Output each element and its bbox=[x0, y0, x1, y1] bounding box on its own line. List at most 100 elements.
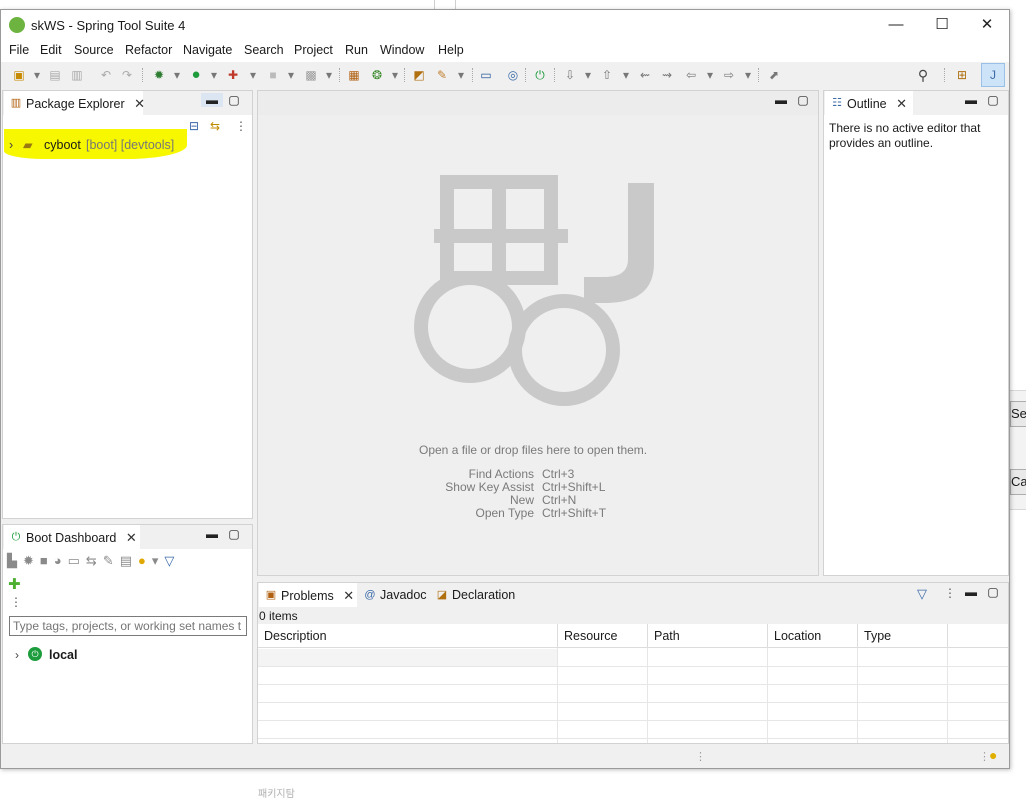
dropdown-icon[interactable]: ▾ bbox=[387, 67, 403, 83]
close-tab-icon[interactable]: ✕ bbox=[896, 96, 907, 111]
prev-annotation-icon[interactable]: ⇧ bbox=[599, 67, 615, 83]
maximize-view-icon[interactable]: ▢ bbox=[982, 585, 1004, 599]
dropdown-icon[interactable]: ▾ bbox=[321, 67, 337, 83]
console-icon[interactable]: ▭ bbox=[68, 553, 86, 568]
tree-item-cyboot[interactable]: › ▰ cyboot [boot] [devtools] bbox=[3, 137, 253, 155]
expand-chevron-icon[interactable]: › bbox=[15, 648, 19, 662]
package-icon[interactable]: ▦ bbox=[346, 67, 362, 83]
start-icon[interactable]: ▙ bbox=[7, 553, 23, 568]
maximize-view-icon[interactable]: ▢ bbox=[223, 527, 245, 541]
menu-project[interactable]: Project bbox=[294, 43, 333, 57]
java-perspective-icon[interactable]: J bbox=[981, 63, 1005, 87]
background-button[interactable]: Se bbox=[1010, 401, 1026, 427]
save-icon[interactable]: ▤ bbox=[47, 67, 63, 83]
minimize-view-icon[interactable]: ▬ bbox=[960, 93, 982, 107]
collapse-all-icon[interactable]: ⊟ bbox=[189, 119, 199, 133]
view-menu-icon[interactable]: ⋮ bbox=[10, 595, 22, 609]
link-with-editor-icon[interactable]: ⇆ bbox=[210, 119, 220, 133]
menu-navigate[interactable]: Navigate bbox=[183, 43, 232, 57]
edit-icon[interactable]: ✎ bbox=[103, 553, 120, 568]
menu-file[interactable]: File bbox=[9, 43, 29, 57]
properties-icon[interactable]: ▤ bbox=[120, 553, 138, 568]
minimize-view-icon[interactable]: ▬ bbox=[201, 527, 223, 541]
undo-icon[interactable]: ↶ bbox=[98, 67, 114, 83]
dropdown-icon[interactable]: ▾ bbox=[245, 67, 261, 83]
dropdown-icon[interactable]: ▾ bbox=[29, 67, 45, 83]
redo-icon[interactable]: ↷ bbox=[119, 67, 135, 83]
maximize-button[interactable]: ☐ bbox=[919, 10, 965, 40]
add-icon[interactable]: ✚ bbox=[8, 575, 21, 593]
expand-chevron-icon[interactable]: › bbox=[9, 138, 13, 152]
background-button[interactable]: Car bbox=[1010, 469, 1026, 495]
open-perspective-icon[interactable]: ⊞ bbox=[954, 67, 970, 83]
save-all-icon[interactable]: ▥ bbox=[69, 67, 85, 83]
minimize-button[interactable]: — bbox=[873, 10, 919, 40]
dropdown-icon[interactable]: ▾ bbox=[618, 67, 634, 83]
filter-icon[interactable]: ▽ bbox=[164, 553, 180, 568]
menu-source[interactable]: Source bbox=[74, 43, 114, 57]
menu-edit[interactable]: Edit bbox=[40, 43, 62, 57]
stop-icon[interactable]: ■ bbox=[265, 67, 281, 83]
last-edit-icon[interactable]: ⇜ bbox=[637, 67, 653, 83]
table-row[interactable] bbox=[258, 649, 558, 666]
menu-window[interactable]: Window bbox=[380, 43, 424, 57]
tab-package-explorer[interactable]: ▥ Package Explorer ✕ bbox=[4, 91, 145, 115]
terminate-icon[interactable]: ▩ bbox=[303, 67, 319, 83]
back-icon[interactable]: ⇦ bbox=[683, 67, 699, 83]
tab-javadoc[interactable]: @ Javadoc bbox=[358, 583, 430, 607]
minimize-view-icon[interactable]: ▬ bbox=[201, 93, 223, 107]
column-header-type[interactable]: Type bbox=[858, 624, 948, 648]
boot-filter-input[interactable] bbox=[9, 616, 247, 636]
run-icon[interactable]: ● bbox=[188, 67, 204, 83]
maximize-view-icon[interactable]: ▢ bbox=[982, 93, 1004, 107]
menu-help[interactable]: Help bbox=[438, 43, 464, 57]
forward-icon[interactable]: ⇨ bbox=[721, 67, 737, 83]
boot-dashboard-icon[interactable]: ⏻ bbox=[532, 67, 548, 83]
minimize-view-icon[interactable]: ▬ bbox=[960, 585, 982, 599]
column-header-location[interactable]: Location bbox=[768, 624, 858, 648]
close-tab-icon[interactable]: ✕ bbox=[343, 588, 354, 603]
link-icon[interactable]: ⇆ bbox=[86, 553, 103, 568]
minimize-view-icon[interactable]: ▬ bbox=[770, 93, 792, 107]
filter-icon[interactable]: ▽ bbox=[917, 586, 927, 602]
dropdown-icon[interactable]: ▾ bbox=[169, 67, 185, 83]
run-external-icon[interactable]: ✚ bbox=[225, 67, 241, 83]
tab-declaration[interactable]: ◪ Declaration bbox=[430, 583, 522, 607]
dropdown-icon[interactable]: ▾ bbox=[283, 67, 299, 83]
forward-edit-icon[interactable]: ⇝ bbox=[659, 67, 675, 83]
tab-outline[interactable]: ☷ Outline ✕ bbox=[825, 91, 913, 115]
maximize-view-icon[interactable]: ▢ bbox=[223, 93, 245, 107]
view-menu-icon[interactable]: ⋮ bbox=[944, 586, 956, 600]
tab-boot-dashboard[interactable]: ⏻ Boot Dashboard ✕ bbox=[4, 525, 140, 549]
close-button[interactable]: ✕ bbox=[964, 10, 1010, 40]
column-header-description[interactable]: Description bbox=[258, 624, 558, 648]
tip-bulb-icon[interactable]: ● bbox=[989, 747, 997, 763]
bulb-icon[interactable]: ● bbox=[138, 553, 152, 568]
tree-item-local[interactable]: › ⏻ local bbox=[3, 647, 253, 665]
menu-refactor[interactable]: Refactor bbox=[125, 43, 172, 57]
tab-problems[interactable]: ▣ Problems ✕ bbox=[259, 583, 357, 607]
maximize-view-icon[interactable]: ▢ bbox=[792, 93, 814, 107]
close-tab-icon[interactable]: ✕ bbox=[126, 530, 137, 545]
pin-editor-icon[interactable]: ⬈ bbox=[766, 67, 782, 83]
stop-icon[interactable]: ■ bbox=[40, 553, 54, 568]
open-task-icon[interactable]: ✎ bbox=[434, 67, 450, 83]
dropdown-icon[interactable]: ▾ bbox=[206, 67, 222, 83]
refresh-icon[interactable]: ◕ bbox=[54, 553, 68, 568]
dropdown-icon[interactable]: ▾ bbox=[702, 67, 718, 83]
view-menu-icon[interactable]: ⋮ bbox=[235, 119, 247, 133]
dropdown-icon[interactable]: ▾ bbox=[580, 67, 596, 83]
menu-run[interactable]: Run bbox=[345, 43, 368, 57]
open-type-icon[interactable]: ◩ bbox=[411, 67, 427, 83]
column-header-resource[interactable]: Resource bbox=[558, 624, 648, 648]
dropdown-icon[interactable]: ▾ bbox=[740, 67, 756, 83]
console-icon[interactable]: ▭ bbox=[478, 67, 494, 83]
dropdown-icon[interactable]: ▾ bbox=[152, 553, 165, 568]
debug-icon[interactable]: ✹ bbox=[23, 553, 40, 568]
new-class-icon[interactable]: ❂ bbox=[369, 67, 385, 83]
next-annotation-icon[interactable]: ⇩ bbox=[562, 67, 578, 83]
menu-search[interactable]: Search bbox=[244, 43, 284, 57]
debug-icon[interactable]: ✹ bbox=[151, 67, 167, 83]
close-tab-icon[interactable]: ✕ bbox=[134, 96, 145, 111]
column-header-path[interactable]: Path bbox=[648, 624, 768, 648]
